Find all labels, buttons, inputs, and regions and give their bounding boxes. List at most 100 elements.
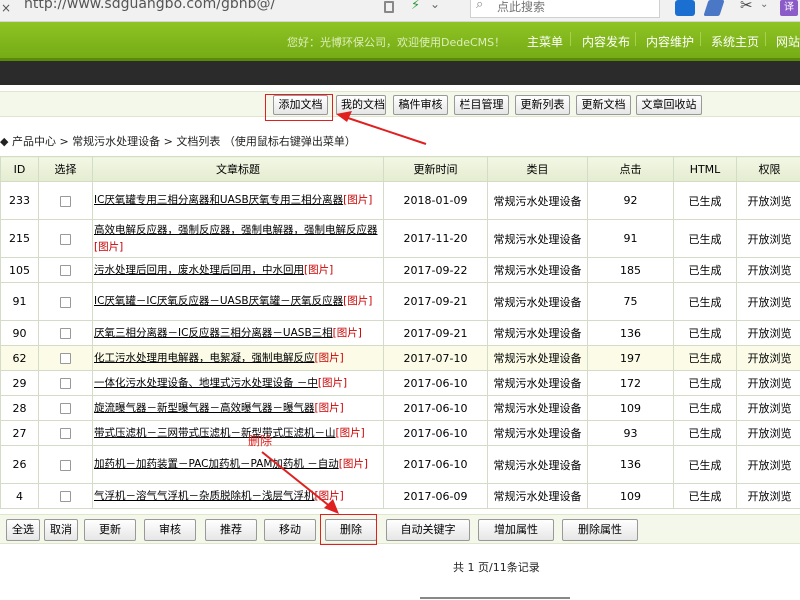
row-select[interactable] bbox=[38, 257, 93, 283]
row-title-link[interactable]: 气浮机－溶气气浮机－杂质脱除机－浅层气浮机 bbox=[94, 490, 315, 502]
row-checkbox[interactable] bbox=[60, 353, 71, 364]
column-manage-button[interactable]: 栏目管理 bbox=[454, 95, 509, 115]
row-select[interactable] bbox=[38, 483, 93, 509]
row-html-status: 已生成 bbox=[673, 420, 737, 446]
translate-icon[interactable]: 译 bbox=[780, 0, 798, 16]
add-attribute-button[interactable]: 增加属性 bbox=[478, 519, 554, 541]
search-input[interactable] bbox=[497, 0, 657, 14]
review-button[interactable]: 稿件审核 bbox=[393, 95, 448, 115]
row-title-link[interactable]: 带式压滤机－三网带式压滤机－新型带式压滤机－山 bbox=[94, 427, 336, 439]
browser-search-box[interactable]: ⌕ bbox=[470, 0, 660, 18]
row-checkbox[interactable] bbox=[60, 195, 71, 207]
row-checkbox[interactable] bbox=[60, 491, 71, 502]
row-title-cell: IC厌氧罐专用三相分离器和UASB厌氧专用三相分离器[图片] bbox=[92, 181, 384, 220]
row-id: 105 bbox=[0, 257, 39, 283]
update-document-button[interactable]: 更新文档 bbox=[576, 95, 631, 115]
row-select[interactable] bbox=[38, 445, 93, 484]
image-tag[interactable]: [图片] bbox=[315, 352, 344, 364]
col-title-header[interactable]: 文章标题 bbox=[92, 156, 384, 182]
table-row[interactable]: 215 高效电解反应器，强制反应器，强制电解器，强制电解反应器 [图片] 2017-1… bbox=[0, 219, 800, 258]
nav-publish[interactable]: 内容发布 bbox=[582, 33, 630, 50]
table-row[interactable]: 91 IC厌氧罐－IC厌氧反应器－UASB厌氧罐－厌氧反应器[图片] 2017-09… bbox=[0, 282, 800, 321]
row-checkbox[interactable] bbox=[60, 328, 71, 339]
nav-main-menu[interactable]: 主菜单 bbox=[527, 33, 563, 50]
lightning-icon[interactable]: ⚡ bbox=[411, 0, 420, 13]
nav-maintain[interactable]: 内容维护 bbox=[646, 33, 694, 50]
image-tag[interactable]: [图片] bbox=[94, 241, 123, 253]
row-title-link[interactable]: IC厌氧罐专用三相分离器和UASB厌氧专用三相分离器 bbox=[94, 194, 343, 206]
row-select[interactable] bbox=[38, 345, 93, 371]
row-title-link[interactable]: 高效电解反应器，强制反应器，强制电解器，强制电解反应器 bbox=[94, 224, 378, 236]
table-row[interactable]: 105 污水处理后回用，废水处理后回用，中水回用[图片] 2017-09-22 常规污… bbox=[0, 257, 800, 283]
row-title-link[interactable]: 污水处理后回用，废水处理后回用，中水回用 bbox=[94, 264, 304, 276]
row-title-link[interactable]: 一体化污水处理设备、地埋式污水处理设备 －中 bbox=[94, 377, 318, 389]
row-checkbox[interactable] bbox=[60, 403, 71, 414]
row-title-link[interactable]: IC厌氧罐－IC厌氧反应器－UASB厌氧罐－厌氧反应器 bbox=[94, 295, 343, 307]
row-checkbox[interactable] bbox=[60, 459, 71, 471]
address-bar[interactable]: http://www.sdguangbo.com/gbhb@/ bbox=[24, 0, 275, 12]
row-select[interactable] bbox=[38, 320, 93, 346]
row-checkbox[interactable] bbox=[60, 378, 71, 389]
row-category: 常规污水处理设备 bbox=[487, 257, 588, 283]
col-clicks-header[interactable]: 点击 bbox=[587, 156, 674, 182]
row-select[interactable] bbox=[38, 219, 93, 258]
nav-home[interactable]: 系统主页 bbox=[711, 33, 759, 50]
table-row[interactable]: 90 厌氧三相分离器－IC反应器三相分离器－UASB三相[图片] 2017-09-2… bbox=[0, 320, 800, 346]
auto-keyword-button[interactable]: 自动关键字 bbox=[386, 519, 470, 541]
close-tab-icon[interactable]: × bbox=[1, 2, 11, 14]
row-html-status: 已生成 bbox=[673, 483, 737, 509]
pen-extension-icon[interactable] bbox=[703, 0, 725, 16]
arrow-to-add bbox=[344, 116, 427, 145]
row-select[interactable] bbox=[38, 181, 93, 220]
table-row[interactable]: 26 加药机－加药装置－PAC加药机－PAM加药机 －自动[图片] 2017-06-… bbox=[0, 445, 800, 484]
update-list-button[interactable]: 更新列表 bbox=[515, 95, 570, 115]
image-tag[interactable]: [图片] bbox=[343, 194, 372, 206]
image-tag[interactable]: [图片] bbox=[333, 327, 362, 339]
image-tag[interactable]: [图片] bbox=[315, 402, 344, 414]
row-select[interactable] bbox=[38, 282, 93, 321]
table-row[interactable]: 233 IC厌氧罐专用三相分离器和UASB厌氧专用三相分离器[图片] 2018-01… bbox=[0, 181, 800, 220]
row-checkbox[interactable] bbox=[60, 296, 71, 308]
row-id: 26 bbox=[0, 445, 39, 484]
table-row[interactable]: 28 旋流曝气器－新型曝气器－高效曝气器－曝气器[图片] 2017-06-10 常规污… bbox=[0, 395, 800, 421]
recycle-bin-button[interactable]: 文章回收站 bbox=[636, 95, 702, 115]
table-row[interactable]: 62 化工污水处理用电解器，电絮凝，强制电解反应[图片] 2017-07-10 常规污… bbox=[0, 345, 800, 371]
row-title-link[interactable]: 厌氧三相分离器－IC反应器三相分离器－UASB三相 bbox=[94, 327, 333, 339]
row-checkbox[interactable] bbox=[60, 428, 71, 439]
image-tag[interactable]: [图片] bbox=[343, 295, 372, 307]
chevron-down-icon[interactable]: ⌄ bbox=[760, 0, 768, 15]
row-select[interactable] bbox=[38, 370, 93, 396]
audit-button[interactable]: 审核 bbox=[144, 519, 196, 541]
scrollbar-thumb[interactable] bbox=[420, 597, 570, 599]
row-title-link[interactable]: 加药机－加药装置－PAC加药机－PAM加药机 －自动 bbox=[94, 458, 339, 470]
row-title-link[interactable]: 化工污水处理用电解器，电絮凝，强制电解反应 bbox=[94, 352, 315, 364]
recommend-button[interactable]: 推荐 bbox=[205, 519, 257, 541]
extension-icon[interactable] bbox=[675, 0, 695, 16]
move-button[interactable]: 移动 bbox=[264, 519, 316, 541]
row-select[interactable] bbox=[38, 395, 93, 421]
my-documents-button[interactable]: 我的文档 bbox=[336, 95, 386, 115]
image-tag[interactable]: [图片] bbox=[318, 377, 347, 389]
row-checkbox[interactable] bbox=[60, 233, 71, 245]
scissors-icon[interactable]: ✂ bbox=[740, 0, 753, 14]
image-tag[interactable]: [图片] bbox=[304, 264, 333, 276]
row-title-link[interactable]: 旋流曝气器－新型曝气器－高效曝气器－曝气器 bbox=[94, 402, 315, 414]
image-tag[interactable]: [图片] bbox=[336, 427, 365, 439]
row-select[interactable] bbox=[38, 420, 93, 446]
cancel-button[interactable]: 取消 bbox=[44, 519, 78, 541]
remove-attribute-button[interactable]: 删除属性 bbox=[562, 519, 638, 541]
table-row[interactable]: 29 一体化污水处理设备、地埋式污水处理设备 －中[图片] 2017-06-10 常规… bbox=[0, 370, 800, 396]
col-date-header[interactable]: 更新时间 bbox=[383, 156, 488, 182]
image-tag[interactable]: [图片] bbox=[339, 458, 368, 470]
select-all-button[interactable]: 全选 bbox=[6, 519, 40, 541]
update-button[interactable]: 更新 bbox=[84, 519, 136, 541]
qr-code-icon[interactable] bbox=[384, 1, 394, 13]
nav-site[interactable]: 网站 bbox=[776, 33, 800, 50]
chevron-down-icon[interactable]: ⌄ bbox=[430, 0, 440, 11]
table-row[interactable]: 4 气浮机－溶气气浮机－杂质脱除机－浅层气浮机[图片] 2017-06-09 常规污水… bbox=[0, 483, 800, 509]
col-id-header[interactable]: ID bbox=[0, 156, 39, 182]
row-checkbox[interactable] bbox=[60, 265, 71, 276]
image-tag[interactable]: [图片] bbox=[315, 490, 344, 502]
row-clicks: 93 bbox=[587, 420, 674, 446]
table-row[interactable]: 27 带式压滤机－三网带式压滤机－新型带式压滤机－山[图片] 2017-06-10 常… bbox=[0, 420, 800, 446]
